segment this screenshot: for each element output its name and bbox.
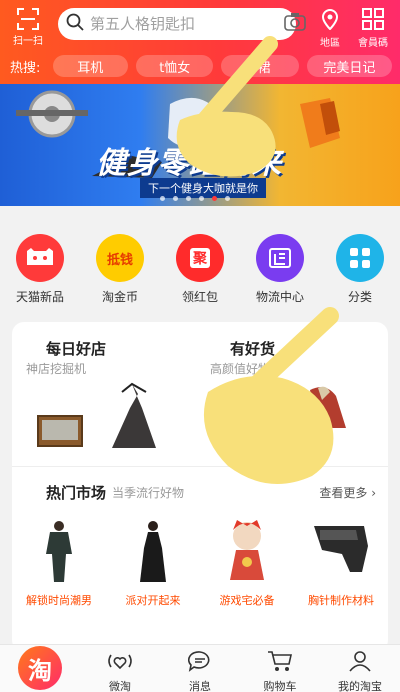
- scan-label: 扫一扫: [13, 36, 43, 47]
- category-red-packet[interactable]: 聚 领红包: [160, 206, 240, 314]
- daily-shops-subtitle: 神店挖掘机: [26, 362, 87, 376]
- view-more-link[interactable]: 查看更多 ›: [319, 484, 376, 501]
- search-icon: [66, 13, 84, 35]
- pagination-dot: [225, 196, 230, 201]
- market-item-label: 胸针制作材料: [308, 594, 374, 607]
- good-goods-title: 有好货: [230, 340, 276, 358]
- home-glyph: 淘: [28, 656, 52, 685]
- daily-shops-images: [37, 382, 156, 448]
- message-icon: [187, 651, 210, 672]
- member-code-button[interactable]: 會員碼: [355, 8, 391, 49]
- bottom-nav: 淘 微淘 消息 购物车 我的淘宝: [0, 644, 400, 692]
- cart-icon: [268, 651, 292, 671]
- logistics-icon: [256, 234, 304, 282]
- category-row: 天猫新品 抵钱 淘金币 聚 领红包 物流中心 分类: [0, 206, 400, 314]
- market-items: 解锁时尚潮男 派对开起来 游戏宅必备 胸针制作材料: [12, 512, 388, 608]
- scan-icon: [17, 8, 39, 30]
- tmall-cat-icon: [16, 234, 64, 282]
- good-goods-images: [310, 386, 346, 428]
- search-bar[interactable]: [58, 8, 306, 40]
- category-label: 物流中心: [255, 290, 304, 304]
- daily-shops-section[interactable]: 每日好店 神店挖掘机: [12, 322, 200, 462]
- member-code-label: 會員碼: [358, 38, 388, 49]
- camera-icon[interactable]: [284, 12, 306, 36]
- category-logistics[interactable]: 物流中心: [240, 206, 320, 314]
- user-icon: [349, 651, 371, 672]
- hot-chip[interactable]: 耳机: [52, 55, 129, 77]
- location-pin-icon: [320, 9, 340, 34]
- pagination-dot: [199, 196, 204, 201]
- market-item-image: [46, 521, 72, 582]
- nav-my-taobao[interactable]: 我的淘宝: [320, 645, 400, 692]
- hot-search-label: 热搜:: [10, 60, 41, 76]
- banner-title: 健身零距离来: [96, 146, 282, 181]
- market-item[interactable]: 解锁时尚潮男: [12, 512, 106, 608]
- coin-icon: 抵钱: [96, 234, 144, 282]
- scan-button[interactable]: 扫一扫: [8, 8, 48, 47]
- good-goods-section[interactable]: 有好货 高颜值好物: [200, 322, 388, 462]
- pagination-dot: [186, 196, 191, 201]
- red-packet-icon: 聚: [176, 234, 224, 282]
- market-item[interactable]: 派对开起来: [106, 512, 200, 608]
- banner-subtitle: 下一个健身大咖就是你: [140, 178, 266, 198]
- category-coins[interactable]: 抵钱 淘金币: [80, 206, 160, 314]
- nav-home[interactable]: 淘: [0, 645, 80, 692]
- grid-icon: [336, 234, 384, 282]
- heart-broadcast-icon: [108, 654, 132, 670]
- category-tmall-new[interactable]: 天猫新品: [0, 206, 80, 314]
- taobao-home-icon: 淘: [18, 646, 62, 690]
- market-item-image: [314, 526, 368, 572]
- category-label: 分类: [347, 290, 372, 304]
- map-button[interactable]: 地區: [312, 8, 348, 49]
- market-item-image: [230, 520, 264, 580]
- nav-cart[interactable]: 购物车: [240, 645, 320, 692]
- hot-chip[interactable]: t恤女: [136, 55, 214, 77]
- market-item[interactable]: 胸针制作材料: [294, 512, 388, 608]
- coin-glyph: 抵钱: [106, 252, 133, 268]
- market-item-label: 派对开起来: [125, 594, 181, 607]
- market-subtitle: 当季流行好物: [112, 486, 185, 500]
- nav-messages[interactable]: 消息: [160, 645, 240, 692]
- market-item-image: [140, 521, 166, 582]
- search-input[interactable]: [90, 15, 284, 33]
- good-goods-subtitle: 高颜值好物: [210, 362, 271, 376]
- qr-code-icon: [362, 8, 384, 34]
- nav-label: 微淘: [109, 680, 131, 692]
- market-item[interactable]: 游戏宅必备: [200, 512, 294, 608]
- red-packet-glyph: 聚: [190, 248, 210, 268]
- banner-pagination: [160, 196, 230, 201]
- nav-weitao[interactable]: 微淘: [80, 645, 160, 692]
- category-all[interactable]: 分类: [320, 206, 400, 314]
- market-item-label: 游戏宅必备: [219, 594, 275, 607]
- category-label: 天猫新品: [15, 290, 64, 304]
- market-item-label: 解锁时尚潮男: [26, 594, 92, 607]
- pagination-dot: [173, 196, 178, 201]
- pagination-dot-active: [212, 196, 217, 201]
- header-bar: 扫一扫 地區 會員碼 热搜: 耳机 t恤女 a裙 完美日记: [0, 0, 400, 84]
- pagination-dot: [160, 196, 165, 201]
- nav-label: 消息: [189, 680, 211, 692]
- nav-label: 购物车: [263, 680, 297, 692]
- category-label: 淘金币: [101, 290, 138, 304]
- feature-card: 每日好店 神店挖掘机 有好货 高颜值好物 热门市场 当季流行好物 查看更多 › …: [12, 322, 388, 652]
- market-title: 热门市场: [46, 484, 107, 502]
- section-divider: [12, 466, 388, 467]
- map-label: 地區: [320, 38, 340, 49]
- promo-banner[interactable]: 健身零距离来 下一个健身大咖就是你: [0, 84, 400, 206]
- nav-label: 我的淘宝: [338, 680, 382, 692]
- hot-chip[interactable]: a裙: [221, 55, 299, 77]
- hot-search-row: 热搜: 耳机 t恤女 a裙 完美日记: [0, 52, 400, 80]
- category-label: 领红包: [181, 290, 218, 304]
- hot-chip[interactable]: 完美日记: [306, 55, 392, 77]
- daily-shops-title: 每日好店: [46, 340, 107, 358]
